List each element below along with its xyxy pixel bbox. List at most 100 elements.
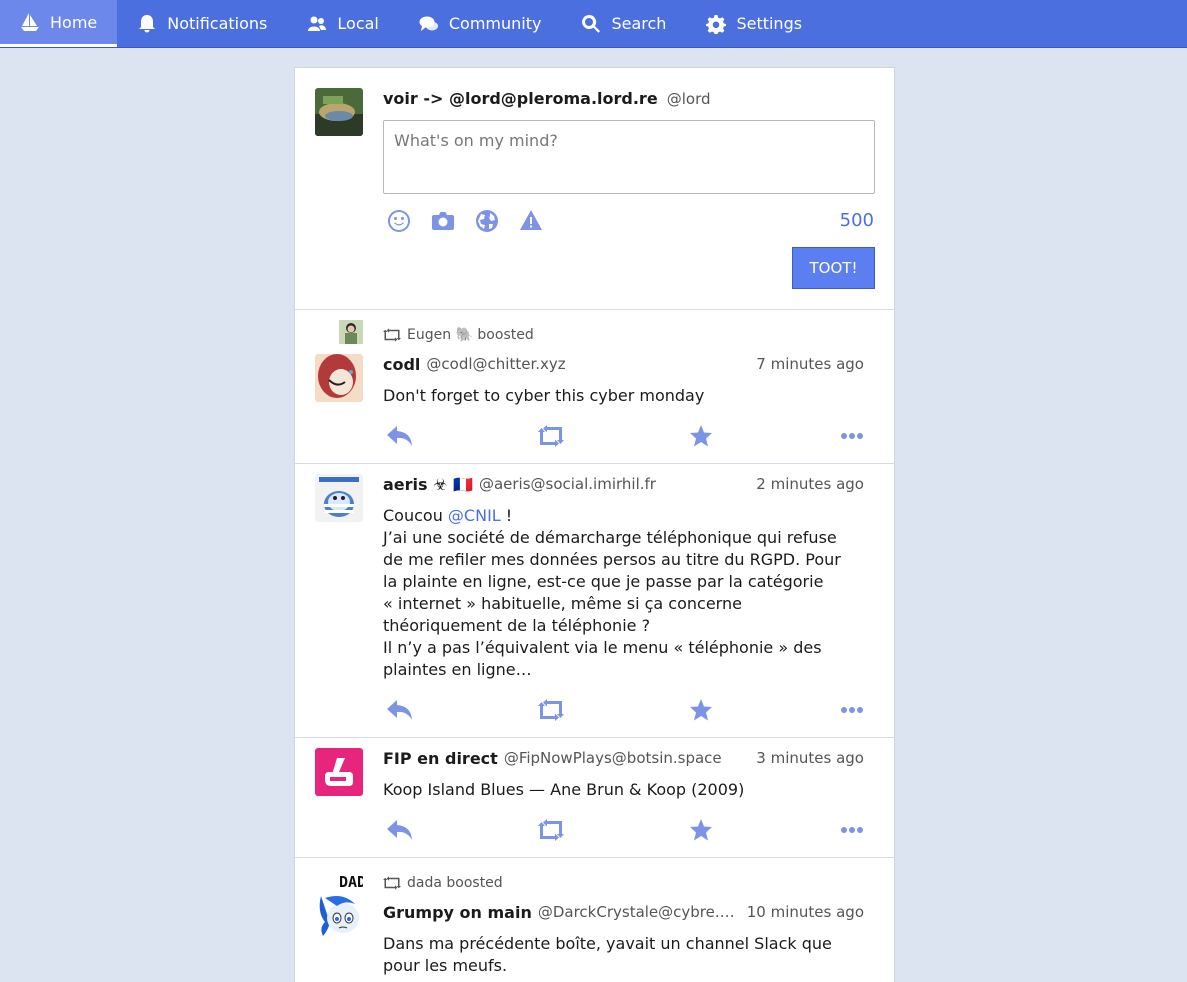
comments-icon <box>419 16 438 31</box>
status-timestamp[interactable]: 10 minutes ago <box>747 903 864 922</box>
media-button[interactable] <box>431 206 475 236</box>
composer-account: @lord <box>666 90 711 108</box>
status-item: FIP en direct @FipNowPlays@botsin.space … <box>295 738 894 858</box>
status-text: Coucou <box>383 506 448 525</box>
status-line: Il n’y a pas l’équivalent via le menu « … <box>383 638 822 657</box>
reply-icon <box>387 700 412 720</box>
status-header: aeris ☣ 🇫🇷 @aeris@social.imirhil.fr 2 mi… <box>383 475 864 494</box>
status-avatar[interactable] <box>315 892 363 940</box>
nav-notifications[interactable]: Notifications <box>117 0 287 47</box>
boost-label: dada boosted <box>407 875 503 891</box>
top-navbar: Home Notifications Local Community Searc… <box>0 0 1187 48</box>
status-avatar[interactable] <box>315 474 363 522</box>
status-avatar[interactable] <box>315 748 363 796</box>
composer-tools <box>387 206 563 236</box>
users-icon <box>308 16 327 31</box>
status-line: J’ai une société de démarcharge téléphon… <box>383 528 837 547</box>
booster-avatar <box>339 320 363 344</box>
status-content: Koop Island Blues — Ane Brun & Koop (200… <box>383 780 745 799</box>
reply-button[interactable] <box>387 699 413 725</box>
nav-local[interactable]: Local <box>287 0 398 47</box>
status-avatar[interactable] <box>315 354 363 402</box>
status-item: DAD dada boosted Grumpy on main @DarckCr… <box>295 858 894 982</box>
status-line: Dans ma précédente boîte, yavait un chan… <box>383 934 832 953</box>
status-line: pour les meufs. <box>383 956 508 975</box>
retweet-icon <box>537 699 564 721</box>
boost-label: Eugen 🐘 boosted <box>407 327 534 343</box>
status-account[interactable]: @DarckCrystale@cybre.space <box>538 903 735 922</box>
star-icon <box>690 699 713 721</box>
composer: voir -> @lord@pleroma.lord.re @lord 500 … <box>295 68 894 310</box>
smiley-icon <box>388 210 410 232</box>
status-content: Don't forget to cyber this cyber monday <box>383 386 705 405</box>
favourite-button[interactable] <box>688 819 714 845</box>
composer-avatar <box>315 88 363 136</box>
status-content: Coucou @CNIL ! J’ai une société de démar… <box>383 505 863 681</box>
mention-link[interactable]: @CNIL <box>448 506 501 525</box>
favourite-button[interactable] <box>688 425 714 451</box>
status-actions <box>387 699 865 725</box>
more-button[interactable] <box>839 425 865 451</box>
status-actions <box>387 425 865 451</box>
boost-button[interactable] <box>537 699 564 725</box>
more-button[interactable] <box>839 699 865 725</box>
ellipsis-icon <box>840 433 863 439</box>
nav-community-label: Community <box>448 14 542 33</box>
retweet-icon <box>383 328 401 342</box>
status-line: Coucou @CNIL ! <box>383 505 863 527</box>
status-header: codl @codl@chitter.xyz 7 minutes ago <box>383 355 864 374</box>
composer-display-name: voir -> @lord@pleroma.lord.re <box>383 89 658 108</box>
status-timestamp[interactable]: 3 minutes ago <box>756 749 864 768</box>
status-display-name[interactable]: Grumpy on main <box>383 903 532 922</box>
nav-notifications-label: Notifications <box>167 14 268 33</box>
warning-icon <box>520 210 542 230</box>
status-actions <box>387 819 865 845</box>
sailboat-icon <box>21 13 39 31</box>
nav-community[interactable]: Community <box>399 0 562 47</box>
status-display-name[interactable]: aeris ☣ 🇫🇷 <box>383 475 473 494</box>
boost-button[interactable] <box>537 819 564 845</box>
emoji-button[interactable] <box>387 206 431 236</box>
status-line: « internet » habituelle, même si ça conc… <box>383 594 742 613</box>
nav-search[interactable]: Search <box>561 0 686 47</box>
booster-avatar: DAD <box>339 868 363 892</box>
status-text: ! <box>500 506 513 525</box>
status-header: FIP en direct @FipNowPlays@botsin.space … <box>383 749 864 768</box>
more-button[interactable] <box>839 819 865 845</box>
boost-indicator: dada boosted <box>383 875 503 891</box>
status-account[interactable]: @aeris@social.imirhil.fr <box>479 475 744 494</box>
nav-settings[interactable]: Settings <box>686 0 822 47</box>
status-account[interactable]: @FipNowPlays@botsin.space <box>504 749 744 768</box>
nav-home-label: Home <box>50 12 98 32</box>
ellipsis-icon <box>840 707 863 713</box>
nav-settings-label: Settings <box>736 14 803 33</box>
favourite-button[interactable] <box>688 699 714 725</box>
retweet-icon <box>537 819 564 841</box>
status-display-name[interactable]: FIP en direct <box>383 749 498 768</box>
status-timestamp[interactable]: 7 minutes ago <box>756 355 864 374</box>
boost-button[interactable] <box>537 425 564 451</box>
nav-home[interactable]: Home <box>0 0 118 47</box>
svg-text:DAD: DAD <box>339 873 363 891</box>
visibility-button[interactable] <box>475 206 519 236</box>
compose-textarea[interactable] <box>383 120 875 194</box>
bell-icon <box>139 14 156 32</box>
status-header: Grumpy on main @DarckCrystale@cybre.spac… <box>383 903 864 922</box>
reply-button[interactable] <box>387 425 413 451</box>
reply-icon <box>387 426 412 446</box>
toot-button[interactable]: TOOT! <box>792 247 875 289</box>
camera-icon <box>432 212 454 230</box>
status-item: aeris ☣ 🇫🇷 @aeris@social.imirhil.fr 2 mi… <box>295 464 894 738</box>
content-warning-button[interactable] <box>519 206 563 236</box>
status-line: de me refiler mes données persos au titr… <box>383 550 841 569</box>
status-item: Eugen 🐘 boosted codl @codl@chitter.xyz 7… <box>295 310 894 464</box>
status-display-name[interactable]: codl <box>383 355 420 374</box>
star-icon <box>690 819 713 841</box>
status-account[interactable]: @codl@chitter.xyz <box>426 355 744 374</box>
status-content: Dans ma précédente boîte, yavait un chan… <box>383 933 863 977</box>
character-counter: 500 <box>839 210 874 231</box>
status-timestamp[interactable]: 2 minutes ago <box>756 475 864 494</box>
reply-button[interactable] <box>387 819 413 845</box>
reply-icon <box>387 820 412 840</box>
composer-header: voir -> @lord@pleroma.lord.re @lord <box>383 89 711 108</box>
